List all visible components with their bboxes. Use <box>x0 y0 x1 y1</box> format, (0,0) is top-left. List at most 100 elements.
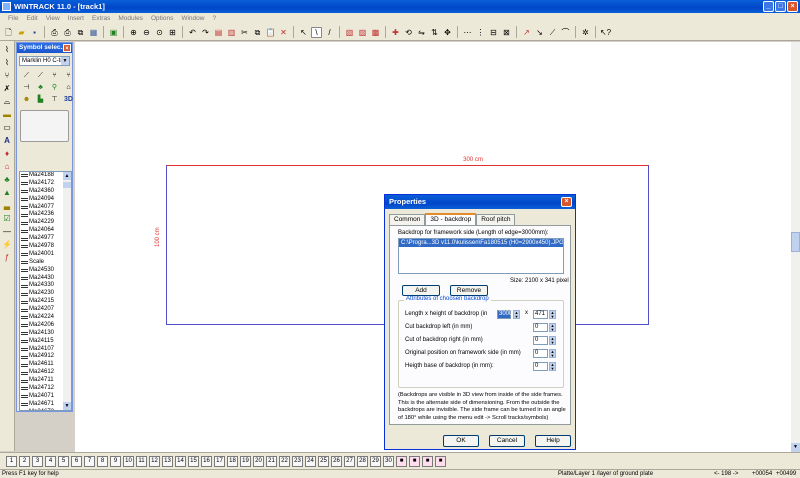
tab-common[interactable]: Common <box>389 214 426 225</box>
list-item[interactable]: Ma24224 <box>20 314 64 322</box>
new-file-icon[interactable]: 🗋 <box>3 27 14 38</box>
layer-button[interactable]: 5 <box>58 455 69 467</box>
layer-color-icon[interactable]: ■ <box>422 455 433 467</box>
manufacturer-select[interactable]: Marklin H0 C-tra ▼ <box>19 56 70 66</box>
curved-track-icon[interactable]: ⟋ <box>35 71 46 80</box>
list-item[interactable]: Ma24215 <box>20 298 64 306</box>
list-item[interactable]: Ma24671 <box>20 401 64 409</box>
backdrop-list[interactable]: C:\Progra...3D v11.0\kulissen\Fa180515 (… <box>398 238 564 274</box>
list-item[interactable]: Ma24530 <box>20 267 64 275</box>
vehicle-category-icon[interactable]: ▙ <box>35 95 46 104</box>
layer-button[interactable]: 20 <box>253 455 264 467</box>
layer-button[interactable]: 18 <box>227 455 238 467</box>
layer-button[interactable]: 12 <box>149 455 160 467</box>
function-icon[interactable]: ƒ <box>2 253 12 263</box>
list-item[interactable]: Ma24430 <box>20 275 64 283</box>
layer-button[interactable]: 16 <box>201 455 212 467</box>
open-folder-icon[interactable]: ▰ <box>16 27 27 38</box>
ok-button[interactable]: OK <box>443 435 479 447</box>
height-down-icon[interactable]: ↘ <box>534 27 545 38</box>
list-item[interactable]: Ma24207 <box>20 306 64 314</box>
canvas-vertical-scrollbar[interactable]: ▼ <box>791 42 800 452</box>
list-item[interactable]: Ma24912 <box>20 353 64 361</box>
list-item[interactable]: Ma24229 <box>20 219 64 227</box>
platform-icon[interactable]: ▭ <box>2 123 12 133</box>
layer-button[interactable]: 1 <box>6 455 17 467</box>
crossing-icon[interactable]: ✗ <box>2 84 12 94</box>
print-icon[interactable]: ⎙ <box>62 27 73 38</box>
cut-icon[interactable]: ✂ <box>239 27 250 38</box>
remove-backdrop-button[interactable]: Remove <box>450 285 488 296</box>
cut-left-field[interactable]: 0 <box>533 323 548 332</box>
view-3d-button[interactable]: 3D <box>63 95 74 104</box>
list-item[interactable]: Ma24236 <box>20 211 64 219</box>
ruler-icon[interactable]: ⊟ <box>488 27 499 38</box>
menu-edit[interactable]: Edit <box>22 15 41 22</box>
zoom-fit-icon[interactable]: ⊞ <box>167 27 178 38</box>
layer-button[interactable]: 27 <box>344 455 355 467</box>
layer-button[interactable]: 7 <box>84 455 95 467</box>
road-icon[interactable]: ▬ <box>2 110 12 120</box>
select-icon[interactable]: ↖ <box>298 27 309 38</box>
electric-icon[interactable]: ⚡ <box>2 240 12 250</box>
layer-button[interactable]: 11 <box>136 455 147 467</box>
accessory-category-icon[interactable]: ⊤ <box>49 95 60 104</box>
minimize-button[interactable]: _ <box>763 1 774 12</box>
list-item[interactable]: Ma24330 <box>20 282 64 290</box>
layer-button[interactable]: 3 <box>32 455 43 467</box>
list-item[interactable]: Ma24107 <box>20 346 64 354</box>
chevron-down-icon[interactable]: ▼ <box>61 57 69 65</box>
backdrop-list-item[interactable]: C:\Progra...3D v11.0\kulissen\Fa180515 (… <box>399 239 563 247</box>
buffer-icon[interactable]: ⊣ <box>21 83 32 92</box>
list-item[interactable]: Ma24115 <box>20 338 64 346</box>
terrain-icon[interactable]: ▃ <box>2 201 12 211</box>
snap-icon[interactable]: ⋮ <box>475 27 486 38</box>
layer-button[interactable]: 28 <box>357 455 368 467</box>
layer-button[interactable]: 9 <box>110 455 121 467</box>
scroll-up-icon[interactable]: ▲ <box>63 172 71 180</box>
menu-modules[interactable]: Modules <box>114 15 147 22</box>
menu-window[interactable]: Window <box>177 15 208 22</box>
list-item[interactable]: Ma24977 <box>20 235 64 243</box>
settings-icon[interactable]: ✲ <box>580 27 591 38</box>
properties-icon[interactable]: ▥ <box>226 27 237 38</box>
connect-icon[interactable]: ✚ <box>390 27 401 38</box>
figure-category-icon[interactable]: ☻ <box>21 95 32 104</box>
layer-button[interactable]: 15 <box>188 455 199 467</box>
layer-button[interactable]: 2 <box>19 455 30 467</box>
layer-button[interactable]: 25 <box>318 455 329 467</box>
length-spinner[interactable]: ▲ ▼ <box>513 310 520 319</box>
list-item[interactable]: Ma24130 <box>20 330 64 338</box>
menu-insert[interactable]: Insert <box>64 15 88 22</box>
maximize-button[interactable]: □ <box>775 1 786 12</box>
list-item[interactable]: Ma24611 <box>20 361 64 369</box>
menu-view[interactable]: View <box>42 15 64 22</box>
list-item[interactable]: Ma24064 <box>20 227 64 235</box>
zoom-window-icon[interactable]: ⊙ <box>154 27 165 38</box>
add-backdrop-button[interactable]: Add <box>402 285 440 296</box>
move-icon[interactable]: ✥ <box>442 27 453 38</box>
tab-roof-pitch[interactable]: Roof pitch <box>476 214 516 225</box>
check-icon[interactable]: ☑ <box>2 214 12 224</box>
list-item[interactable]: Ma24206 <box>20 322 64 330</box>
list-item[interactable]: Ma24001 <box>20 251 64 259</box>
house-icon[interactable]: ⌂ <box>2 162 12 172</box>
mirror-icon[interactable]: ⇋ <box>416 27 427 38</box>
print-preview-icon[interactable]: ⎙ <box>49 27 60 38</box>
delete-icon[interactable]: ✕ <box>278 27 289 38</box>
menu-file[interactable]: File <box>4 15 22 22</box>
layer-button[interactable]: 23 <box>292 455 303 467</box>
switch-icon[interactable]: ⑂ <box>2 71 12 81</box>
align-icon[interactable]: ⇅ <box>429 27 440 38</box>
zoom-in-icon[interactable]: ⊕ <box>128 27 139 38</box>
layer-button[interactable]: 30 <box>383 455 394 467</box>
layer-visibility-icon[interactable]: ■ <box>396 455 407 467</box>
height-up-icon[interactable]: ↗ <box>521 27 532 38</box>
layer-button[interactable]: 14 <box>175 455 186 467</box>
tree-icon[interactable]: ♣ <box>2 175 12 185</box>
calculator-icon[interactable]: ▦ <box>88 27 99 38</box>
layer-button[interactable]: 4 <box>45 455 56 467</box>
list-item[interactable]: Scale <box>20 259 64 267</box>
cut-left-spinner[interactable]: ▲ ▼ <box>549 323 556 332</box>
list-item[interactable]: Ma24711 <box>20 377 64 385</box>
